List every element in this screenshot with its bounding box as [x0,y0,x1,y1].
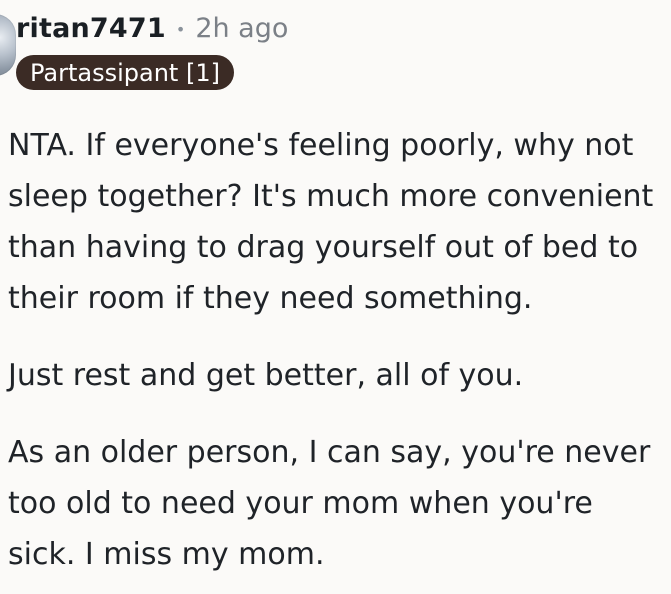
comment-body: NTA. If everyone's feeling poorly, why n… [8,120,663,580]
comment-paragraph-2: Just rest and get better, all of you. [8,358,524,393]
username-link[interactable]: ritan7471 [16,15,166,42]
comment-header: ritan7471 • 2h ago [16,10,288,46]
comment-paragraph-1: NTA. If everyone's feeling poorly, why n… [8,128,654,316]
avatar[interactable] [0,14,16,76]
comment-paragraph-3: As an older person, I can say, you're ne… [8,435,651,572]
user-flair-badge: Partassipant [1] [16,55,234,90]
timestamp: 2h ago [195,12,289,44]
separator-dot: • [175,20,186,39]
comment-card: ritan7471 • 2h ago Partassipant [1] NTA.… [0,0,671,594]
